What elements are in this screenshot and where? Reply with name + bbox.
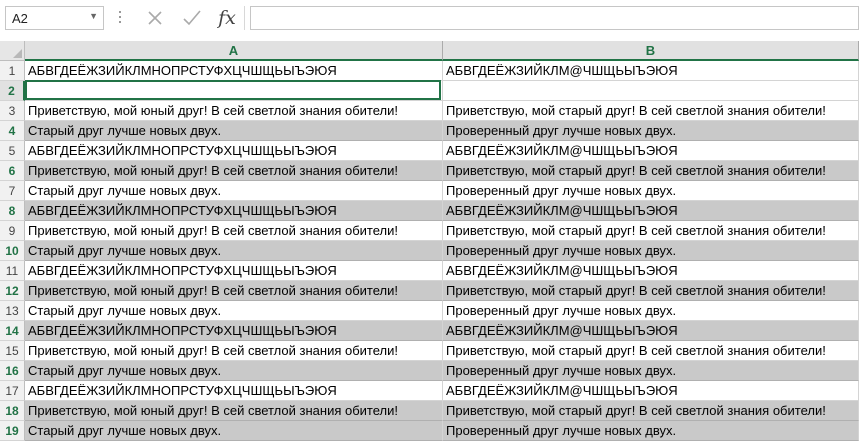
name-box[interactable]: A2 ▼ xyxy=(5,6,104,30)
table-row: 14 АБВГДЕЁЖЗИЙКЛМНОПРСТУФХЦЧШЩЬЫЪЭЮЯ АБВГД… xyxy=(0,321,859,341)
cell-a[interactable]: Старый друг лучше новых двух. xyxy=(25,301,443,321)
row-header[interactable]: 19 xyxy=(0,421,25,441)
row-header[interactable]: 12 xyxy=(0,281,25,301)
table-row: 18 Приветствую, мой юный друг! В сей свет… xyxy=(0,401,859,421)
cell-a[interactable]: Приветствую, мой юный друг! В сей светло… xyxy=(25,401,443,421)
cell-b[interactable]: Проверенный друг лучше новых двух. xyxy=(443,241,859,261)
cell-a[interactable]: АБВГДЕЁЖЗИЙКЛМНОПРСТУФХЦЧШЩЬЫЪЭЮЯ xyxy=(25,201,443,221)
cell-b[interactable]: Приветствую, мой старый друг! В сей свет… xyxy=(443,341,859,361)
row-header[interactable]: 9 xyxy=(0,221,25,241)
chevron-down-icon[interactable]: ▼ xyxy=(89,11,98,21)
row-header[interactable]: 7 xyxy=(0,181,25,201)
cell-a[interactable]: Старый друг лучше новых двух. xyxy=(25,181,443,201)
row-header[interactable]: 4 xyxy=(0,121,25,141)
row-header[interactable]: 15 xyxy=(0,341,25,361)
table-row: 16 Старый друг лучше новых двух. Проверенн… xyxy=(0,361,859,381)
table-row: 15 Приветствую, мой юный друг! В сей свет… xyxy=(0,341,859,361)
close-icon xyxy=(148,11,162,25)
cell-b[interactable] xyxy=(443,81,859,101)
row-header[interactable]: 13 xyxy=(0,301,25,321)
row-header[interactable]: 16 xyxy=(0,361,25,381)
row-header[interactable]: 14 xyxy=(0,321,25,341)
cell-a[interactable]: АБВГДЕЁЖЗИЙКЛМНОПРСТУФХЦЧШЩЬЫЪЭЮЯ xyxy=(25,381,443,401)
table-row: 19 Старый друг лучше новых двух. Проверенн… xyxy=(0,421,859,441)
fx-icon: fx xyxy=(218,7,236,29)
name-box-value: A2 xyxy=(12,11,28,26)
row-header[interactable]: 2 xyxy=(0,81,25,101)
row-header[interactable]: 11 xyxy=(0,261,25,281)
cell-b[interactable]: Проверенный друг лучше новых двух. xyxy=(443,421,859,441)
row-header[interactable]: 3 xyxy=(0,101,25,121)
cell-b[interactable]: Проверенный друг лучше новых двух. xyxy=(443,301,859,321)
table-row: 5 АБВГДЕЁЖЗИЙКЛМНОПРСТУФХЦЧШЩЬЫЪЭЮЯ АБВГДЕ… xyxy=(0,141,859,161)
cell-a[interactable]: Приветствую, мой юный друг! В сей светло… xyxy=(25,101,443,121)
table-row: 6 Приветствую, мой юный друг! В сей светл… xyxy=(0,161,859,181)
table-row: 8 АБВГДЕЁЖЗИЙКЛМНОПРСТУФХЦЧШЩЬЫЪЭЮЯ АБВГДЕ… xyxy=(0,201,859,221)
active-cell-inner xyxy=(28,83,438,97)
cell-b[interactable]: Проверенный друг лучше новых двух. xyxy=(443,121,859,141)
cell-b[interactable]: Проверенный друг лучше новых двух. xyxy=(443,361,859,381)
insert-function-button[interactable]: fx xyxy=(212,5,242,31)
cell-b[interactable]: АБВГДЕЁЖЗИЙКЛМ@ЧШЩЬЫЪЭЮЯ xyxy=(443,261,859,281)
cell-b[interactable]: АБВГДЕЁЖЗИЙКЛМ@ЧШЩЬЫЪЭЮЯ xyxy=(443,381,859,401)
cell-a[interactable]: АБВГДЕЁЖЗИЙКЛМНОПРСТУФХЦЧШЩЬЫЪЭЮЯ xyxy=(25,141,443,161)
row-header[interactable]: 5 xyxy=(0,141,25,161)
table-row: 11 АБВГДЕЁЖЗИЙКЛМНОПРСТУФХЦЧШЩЬЫЪЭЮЯ АБВГД… xyxy=(0,261,859,281)
active-cell-border[interactable] xyxy=(25,80,441,100)
cell-b[interactable]: АБВГДЕЁЖЗИЙКЛМ@ЧШЩЬЫЪЭЮЯ xyxy=(443,61,859,81)
row-header[interactable]: 18 xyxy=(0,401,25,421)
row-header[interactable]: 6 xyxy=(0,161,25,181)
enter-button[interactable] xyxy=(177,5,207,31)
table-row: 3 Приветствую, мой юный друг! В сей светл… xyxy=(0,101,859,121)
drag-handle-icon[interactable] xyxy=(118,8,122,28)
formula-bar: A2 ▼ fx xyxy=(0,0,859,40)
table-row: 13 Старый друг лучше новых двух. Проверенн… xyxy=(0,301,859,321)
row-header[interactable]: 10 xyxy=(0,241,25,261)
row-header[interactable]: 8 xyxy=(0,201,25,221)
table-row: 10 Старый друг лучше новых двух. Проверенн… xyxy=(0,241,859,261)
cell-a[interactable]: Старый друг лучше новых двух. xyxy=(25,241,443,261)
column-header-b[interactable]: B xyxy=(443,41,859,61)
table-row: 17 АБВГДЕЁЖЗИЙКЛМНОПРСТУФХЦЧШЩЬЫЪЭЮЯ АБВГД… xyxy=(0,381,859,401)
table-row: 9 Приветствую, мой юный друг! В сей светл… xyxy=(0,221,859,241)
cell-b[interactable]: АБВГДЕЁЖЗИЙКЛМ@ЧШЩЬЫЪЭЮЯ xyxy=(443,321,859,341)
cell-a[interactable]: АБВГДЕЁЖЗИЙКЛМНОПРСТУФХЦЧШЩЬЫЪЭЮЯ xyxy=(25,321,443,341)
check-icon xyxy=(183,10,201,26)
cell-b[interactable]: АБВГДЕЁЖЗИЙКЛМ@ЧШЩЬЫЪЭЮЯ xyxy=(443,201,859,221)
cell-a[interactable]: Приветствую, мой юный друг! В сей светло… xyxy=(25,281,443,301)
cell-b[interactable]: Приветствую, мой старый друг! В сей свет… xyxy=(443,101,859,121)
cell-b[interactable]: Проверенный друг лучше новых двух. xyxy=(443,181,859,201)
table-row: 4 Старый друг лучше новых двух. Проверенны… xyxy=(0,121,859,141)
cell-b[interactable]: Приветствую, мой старый друг! В сей свет… xyxy=(443,221,859,241)
cell-a[interactable]: АБВГДЕЁЖЗИЙКЛМНОПРСТУФХЦЧШЩЬЫЪЭЮЯ xyxy=(25,61,443,81)
table-row: 1 АБВГДЕЁЖЗИЙКЛМНОПРСТУФХЦЧШЩЬЫЪЭЮЯ АБВГДЕ… xyxy=(0,61,859,81)
cell-a[interactable]: Приветствую, мой юный друг! В сей светло… xyxy=(25,221,443,241)
formula-input[interactable] xyxy=(250,6,859,30)
cell-a[interactable]: Старый друг лучше новых двух. xyxy=(25,121,443,141)
cell-b[interactable]: Приветствую, мой старый друг! В сей свет… xyxy=(443,281,859,301)
cell-a[interactable]: Старый друг лучше новых двух. xyxy=(25,421,443,441)
column-header-a[interactable]: A xyxy=(25,41,443,61)
row-header[interactable]: 1 xyxy=(0,61,25,81)
cancel-button[interactable] xyxy=(140,5,170,31)
cell-b[interactable]: Приветствую, мой старый друг! В сей свет… xyxy=(443,401,859,421)
select-all-button[interactable] xyxy=(0,41,25,61)
table-row: 12 Приветствую, мой юный друг! В сей свет… xyxy=(0,281,859,301)
cell-a[interactable]: Старый друг лучше новых двух. xyxy=(25,361,443,381)
cell-b[interactable]: АБВГДЕЁЖЗИЙКЛМ@ЧШЩЬЫЪЭЮЯ xyxy=(443,141,859,161)
row-header[interactable]: 17 xyxy=(0,381,25,401)
cell-a[interactable]: Приветствую, мой юный друг! В сей светло… xyxy=(25,341,443,361)
cell-b[interactable]: Приветствую, мой старый друг! В сей свет… xyxy=(443,161,859,181)
cell-a[interactable]: АБВГДЕЁЖЗИЙКЛМНОПРСТУФХЦЧШЩЬЫЪЭЮЯ xyxy=(25,261,443,281)
table-row: 7 Старый друг лучше новых двух. Проверенны… xyxy=(0,181,859,201)
spreadsheet-grid: A B 1 АБВГДЕЁЖЗИЙКЛМНОПРСТУФХЦЧШЩЬЫЪЭЮЯ АБ… xyxy=(0,41,859,441)
rows-container: 1 АБВГДЕЁЖЗИЙКЛМНОПРСТУФХЦЧШЩЬЫЪЭЮЯ АБВГДЕ… xyxy=(0,61,859,441)
table-row: 2 xyxy=(0,80,859,101)
cell-a[interactable]: Приветствую, мой юный друг! В сей светло… xyxy=(25,161,443,181)
divider xyxy=(244,6,245,30)
